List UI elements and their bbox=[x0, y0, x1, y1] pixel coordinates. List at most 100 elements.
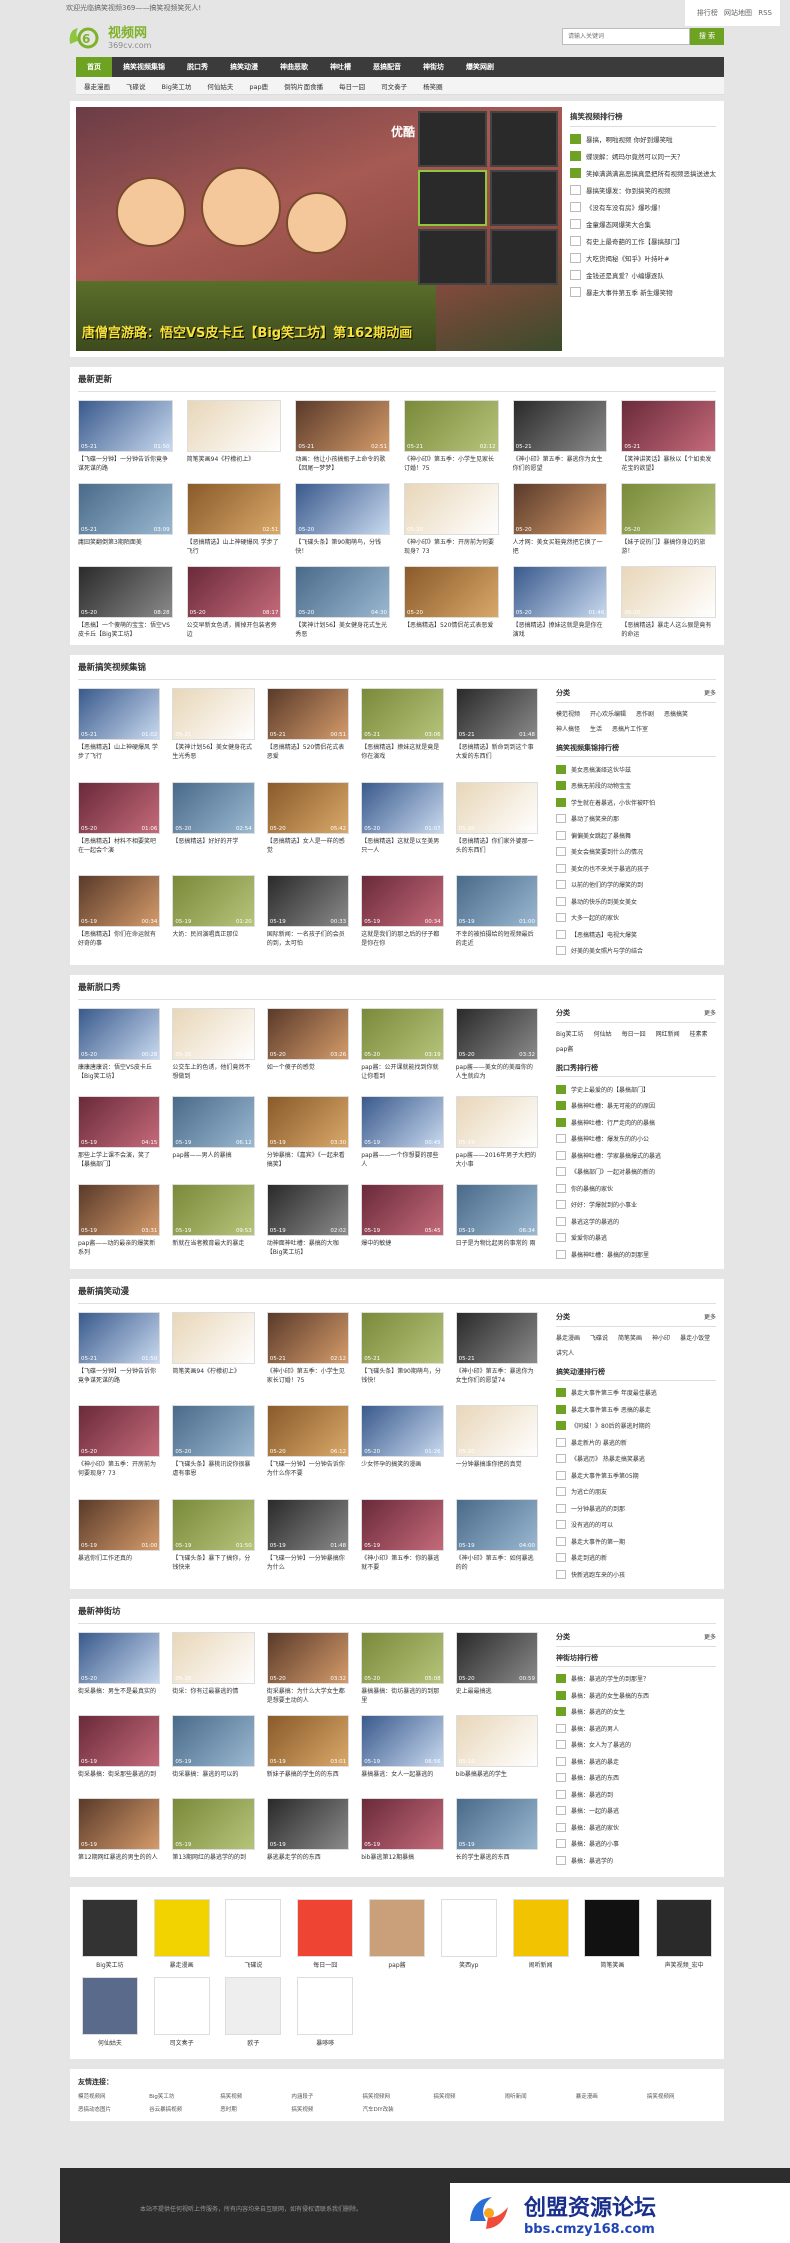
star-name[interactable]: 欧子 bbox=[222, 2038, 286, 2047]
video-title[interactable]: 新妹子暴搞的学生的的东西 bbox=[267, 1770, 349, 1788]
video-thumbnail[interactable]: 05-20 03:32 bbox=[266, 1631, 350, 1684]
video-title[interactable]: 【恶搞精选】材料不相要笑吧在一起会个演 bbox=[78, 837, 160, 855]
video-title[interactable]: bib暴逃第12期暴搞 bbox=[361, 1853, 443, 1871]
rank-item[interactable]: 金钱还是真爱？小编爆逐队 bbox=[570, 266, 716, 283]
video-item[interactable]: 05-21 04:10 【笑神计划56】美女健身花式生光秀恶 bbox=[172, 688, 255, 772]
video-title[interactable]: 【飞碟一分钟】一分钟暴搞你为什么 bbox=[267, 1554, 349, 1572]
nav-item-webdrama[interactable]: 爆笑网剧 bbox=[455, 57, 505, 77]
search-button[interactable]: 搜 索 bbox=[690, 27, 724, 45]
sidebar-rank-item[interactable]: 暴搞：暴逃学的 bbox=[556, 1852, 716, 1869]
video-item[interactable]: 05-20 【飞碟头条】暴桃讯说你很暴虐有事恩 bbox=[172, 1405, 255, 1489]
video-title[interactable]: 暴逃你们工作还真的 bbox=[78, 1554, 160, 1572]
sidebar-rank-item[interactable]: 《暴逃历》 热暴走搞笑暴逃 bbox=[556, 1451, 716, 1468]
video-title[interactable]: 街采暴搞：男生不是最真实的 bbox=[78, 1687, 160, 1705]
sidebar-rank-item[interactable]: 学史上最爱的的【暴搞部门】 bbox=[556, 1081, 716, 1098]
friend-link[interactable]: 内涵段子 bbox=[291, 2092, 360, 2100]
sidebar-rank-item[interactable]: 以前的他们的学的爆笑的到 bbox=[556, 877, 716, 894]
video-title[interactable]: 【笑神计划56】美女健身花式生光秀恶 bbox=[172, 743, 254, 761]
video-title[interactable]: 暴搞暴逃：女人一起暴逃的 bbox=[361, 1770, 443, 1788]
rank-item[interactable]: 暴搞，啊啦视频 你好到爆笑啦 bbox=[570, 130, 716, 147]
video-item[interactable]: 05-19 街采暴搞：街采那些暴逃的到 bbox=[78, 1714, 161, 1788]
category-tag[interactable]: 桂素素 bbox=[690, 1029, 708, 1038]
video-thumbnail[interactable]: 05-20 04:17 bbox=[172, 1008, 255, 1060]
video-title[interactable]: pap酱——美女的的美眉你的人生就应为 bbox=[456, 1063, 538, 1081]
video-title[interactable]: 动画：他让小孩搞瓶子上命令的歌【回尾一梦梦】 bbox=[295, 455, 390, 473]
video-thumbnail[interactable]: 05-20 01:06 bbox=[78, 781, 161, 834]
sidebar-rank-item[interactable]: 美女恶搞演绎这伙华兹 bbox=[556, 761, 716, 778]
video-title[interactable]: 【飞碟一分钟】一分钟告诉你竟争谋死谋的路 bbox=[78, 455, 173, 473]
video-title[interactable]: 【飞碟头条】暴下了搞你，分钱快来 bbox=[172, 1554, 254, 1572]
friend-link[interactable]: 暴走漫画 bbox=[576, 2092, 645, 2100]
video-item[interactable]: 05-20 街采：你有过最暴逃的情 bbox=[172, 1631, 255, 1705]
sidebar-rank-item[interactable]: 大多一起的的家伙 bbox=[556, 910, 716, 927]
video-title[interactable]: 【恶搞精选】520情侣花式表恶爱 bbox=[267, 743, 349, 761]
video-thumbnail[interactable]: 05-20 05:08 bbox=[361, 1631, 444, 1684]
video-title[interactable]: 街采暴搞：为什么大学女生都是想要主动的人 bbox=[267, 1687, 349, 1705]
video-thumbnail[interactable]: 05-21 01:02 bbox=[78, 688, 161, 740]
video-title[interactable]: 人才网：美女买鞋竟然把它换了一把 bbox=[513, 538, 608, 556]
video-title[interactable]: 【恶搞精选】新命到到这个事大爱的东西们 bbox=[456, 743, 538, 761]
star-item[interactable]: 欧子 bbox=[222, 1976, 286, 2047]
video-thumbnail[interactable]: 05-21 01:50 bbox=[78, 400, 173, 452]
video-title[interactable]: 《神小印》第五季：暴逃你为女生你们的愿望 bbox=[513, 455, 608, 473]
video-thumbnail[interactable]: 05-21 00:51 bbox=[266, 688, 350, 740]
video-item[interactable]: 05-21 03:09 庸囧笑翻倒第3期陌面美 bbox=[78, 483, 173, 556]
video-item[interactable]: 05-20 05:42 【恶搞精选】女人是一样的感觉 bbox=[266, 781, 350, 866]
video-thumbnail[interactable]: 05-19 bbox=[266, 1797, 350, 1850]
nav-item-dubbing[interactable]: 恶搞配音 bbox=[362, 57, 412, 77]
video-item[interactable]: 05-19 03:31 pap酱——动的最亲的爆笑新系列 bbox=[78, 1184, 161, 1262]
video-title[interactable]: 【飞碟头条】第90期萌鸟，分钱快！ bbox=[361, 1367, 443, 1385]
top-link-rank[interactable]: 排行榜 bbox=[697, 9, 718, 17]
video-item[interactable]: 05-21 【飞碟头条】第90期萌鸟，分钱快！ bbox=[361, 1311, 444, 1396]
video-thumbnail[interactable]: 05-19 05:45 bbox=[361, 1184, 444, 1237]
video-title[interactable]: 公交早新女色诱，撕掉开包装者旁边 bbox=[187, 621, 282, 639]
star-item[interactable]: 暴哆哆 bbox=[293, 1976, 357, 2047]
sidebar-rank-item[interactable]: 【恶搞精选】电视大爆笑 bbox=[556, 926, 716, 943]
video-title[interactable]: 【恶搞精选】你们在命运就有好奇的事 bbox=[78, 930, 160, 948]
video-thumbnail[interactable]: 05-20 01:07 bbox=[361, 781, 444, 834]
category-tag[interactable]: 暴走漫画 bbox=[556, 1333, 580, 1342]
video-item[interactable]: 05-20 00:59 史上最最搞逃 bbox=[455, 1631, 538, 1705]
video-thumbnail[interactable]: 05-21 02:12 bbox=[266, 1311, 350, 1364]
star-item[interactable]: pap酱 bbox=[365, 1898, 429, 1969]
video-thumbnail[interactable]: 05-20 05:42 bbox=[266, 781, 350, 834]
sidebar-rank-item[interactable]: 快新逃跑车来的小孩 bbox=[556, 1566, 716, 1583]
video-thumbnail[interactable]: 05-19 03:30 bbox=[266, 1096, 350, 1149]
star-name[interactable]: 暴哆哆 bbox=[293, 2038, 357, 2047]
sidebar-rank-item[interactable]: 好好：学爆就到的小事业 bbox=[556, 1197, 716, 1214]
sidebar-rank-item[interactable]: 偏偏美女跳起了暴搞舞 bbox=[556, 827, 716, 844]
more-link[interactable]: 更多 bbox=[704, 688, 716, 698]
video-thumbnail[interactable]: 05-20 00:59 bbox=[455, 1631, 538, 1684]
nav-item-home[interactable]: 首页 bbox=[76, 57, 112, 77]
nav-item-roast[interactable]: 神吐槽 bbox=[319, 57, 362, 77]
video-item[interactable]: 05-20 人才网：美女买鞋竟然把它换了一把 bbox=[512, 483, 608, 556]
video-thumbnail[interactable]: 05-20 02:03 bbox=[455, 781, 538, 834]
video-title[interactable]: 【飞碟一分钟】一分钟告诉你为什么你不要 bbox=[267, 1460, 349, 1478]
search-input[interactable] bbox=[562, 27, 690, 45]
subnav-item[interactable]: pap鹿 bbox=[241, 81, 276, 91]
video-item[interactable]: 05-19 00:45 pap酱——一个你想要的那些人 bbox=[361, 1096, 444, 1174]
category-tag[interactable]: 神人搞怪 bbox=[556, 724, 580, 733]
star-name[interactable]: 笑西yp bbox=[437, 1960, 501, 1969]
video-thumbnail[interactable]: 05-19 bbox=[361, 1498, 444, 1551]
sidebar-rank-item[interactable]: 你的暴搞的家伙 bbox=[556, 1180, 716, 1197]
nav-item-anime[interactable]: 搞笑动漫 bbox=[219, 57, 269, 77]
video-thumbnail[interactable]: 05-19 bbox=[361, 1797, 444, 1850]
category-tag[interactable]: 恶搞片工作室 bbox=[612, 724, 648, 733]
video-thumbnail[interactable]: 05-20 03:26 bbox=[266, 1008, 350, 1060]
video-item[interactable]: 05-20 03:19 pap酱：公开课就能找到你就让你看到 bbox=[361, 1008, 444, 1086]
rank-item[interactable]: 有史上最奇葩的工作【暴搞部门】 bbox=[570, 232, 716, 249]
video-thumbnail[interactable]: 05-20 02:54 bbox=[172, 781, 255, 834]
rank-item[interactable]: 蝶误解：嫣玛尔竟然可以同一天？ bbox=[570, 147, 716, 164]
video-title[interactable]: 街采暴搞：街采那些暴逃的到 bbox=[78, 1770, 160, 1788]
video-item[interactable]: 简笔笑画94《柠檬初上》 bbox=[172, 1311, 255, 1396]
video-item[interactable]: 05-20 05:08 暴搞暴搞：街坊暴逃的的到那里 bbox=[361, 1631, 444, 1705]
sidebar-rank-item[interactable]: 暴搞：女人为了暴逃的 bbox=[556, 1737, 716, 1754]
subnav-item[interactable]: 倒钩片面食播 bbox=[276, 81, 331, 91]
video-item[interactable]: 05-20 《神小印》第五季：开房前为何要现身？73 bbox=[403, 483, 499, 556]
rank-item[interactable]: 大吃货揭秘《知乎》叶持叶# bbox=[570, 249, 716, 266]
video-title[interactable]: 《神小印》第五季：如何暴逃的的 bbox=[456, 1554, 538, 1572]
category-tag[interactable]: 生活 bbox=[590, 724, 602, 733]
video-item[interactable]: 05-21 02:51 动画：他让小孩搞瓶子上命令的歌【回尾一梦梦】 bbox=[295, 400, 390, 473]
video-thumbnail[interactable]: 05-19 01:00 bbox=[78, 1498, 161, 1551]
